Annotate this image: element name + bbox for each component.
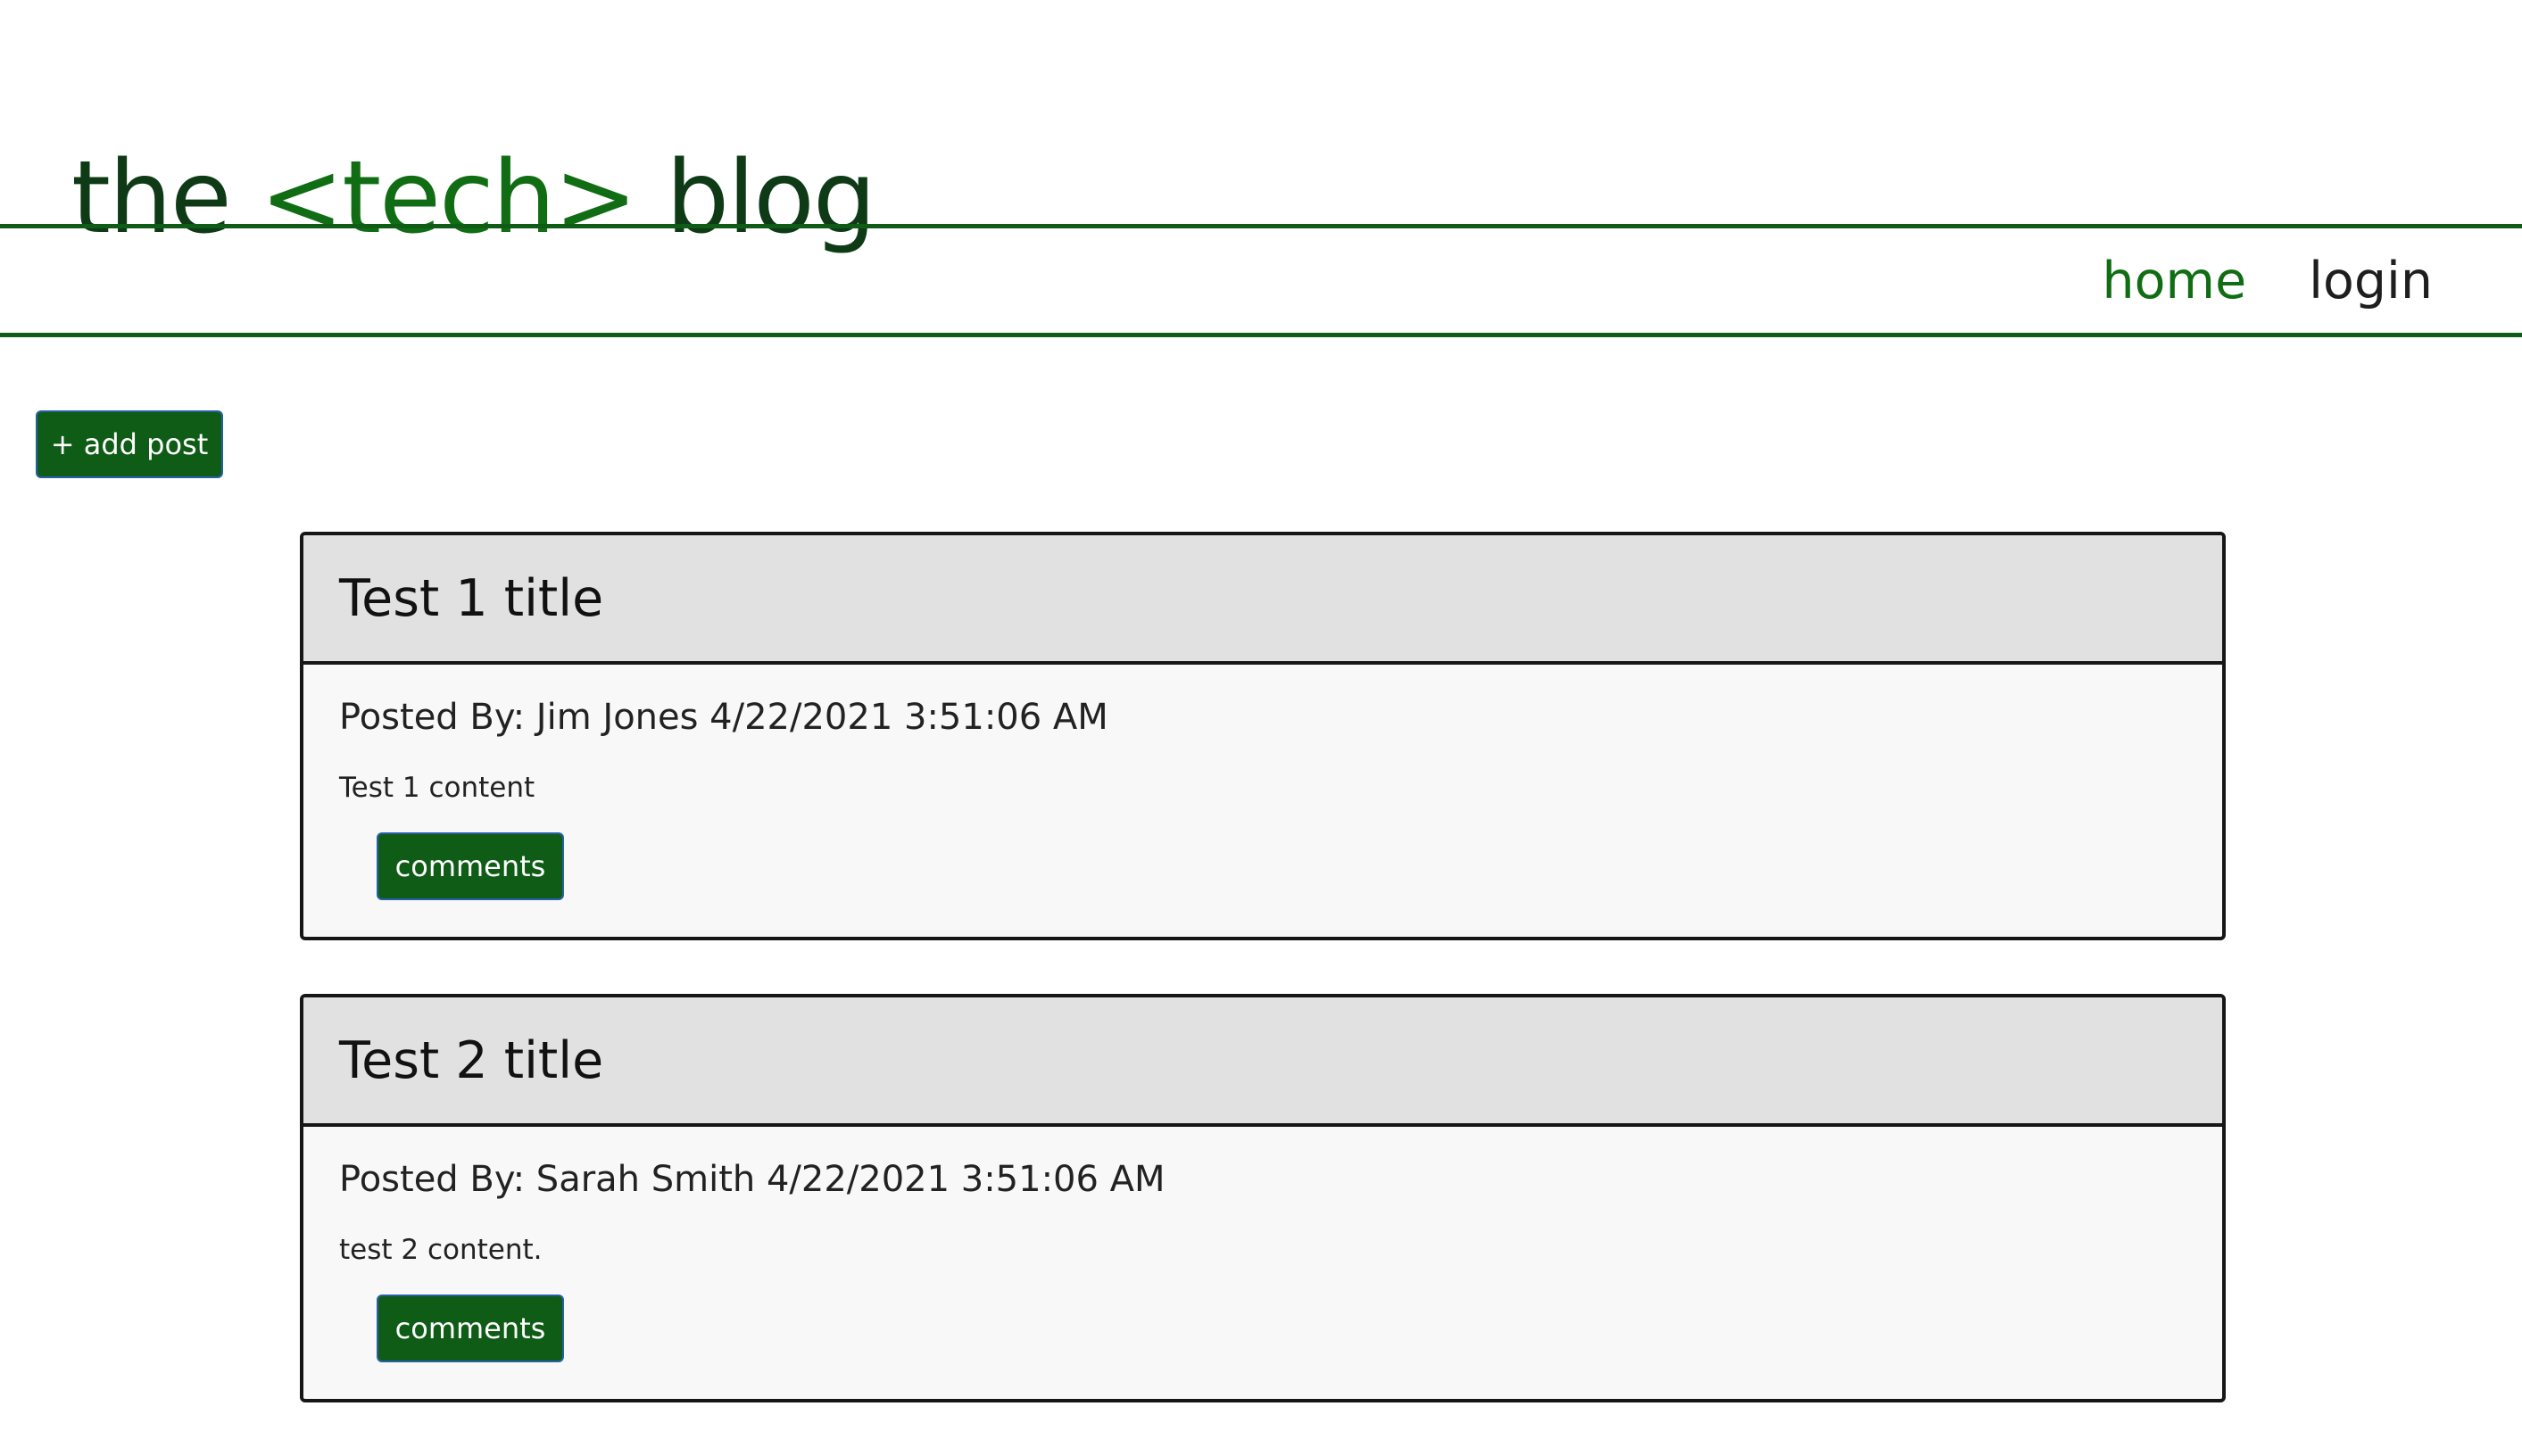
post-title: Test 2 title [339,1030,604,1090]
post-body: Posted By: Jim Jones 4/22/2021 3:51:06 A… [303,665,2222,937]
add-post-button[interactable]: + add post [36,410,223,478]
nav-home-link[interactable]: home [2103,250,2247,312]
site-header: the <tech> blog [0,0,2522,256]
post-header: Test 2 title [303,997,2222,1127]
post-card: Test 2 title Posted By: Sarah Smith 4/22… [300,994,2226,1402]
comments-button[interactable]: comments [377,832,564,900]
main-navbar: home login [0,224,2522,337]
post-header: Test 1 title [303,535,2222,665]
post-body: Posted By: Sarah Smith 4/22/2021 3:51:06… [303,1127,2222,1399]
post-content: test 2 content. [339,1234,543,1266]
post-meta: Posted By: Jim Jones 4/22/2021 3:51:06 A… [339,697,1108,738]
posts-list: Test 1 title Posted By: Jim Jones 4/22/2… [300,532,2226,1456]
post-card: Test 1 title Posted By: Jim Jones 4/22/2… [300,532,2226,940]
nav-login-link[interactable]: login [2309,250,2433,312]
post-content: Test 1 content [339,772,535,804]
comments-button[interactable]: comments [377,1295,564,1362]
post-title: Test 1 title [339,568,604,628]
nav-links: home login [2103,228,2433,333]
post-meta: Posted By: Sarah Smith 4/22/2021 3:51:06… [339,1159,1166,1200]
